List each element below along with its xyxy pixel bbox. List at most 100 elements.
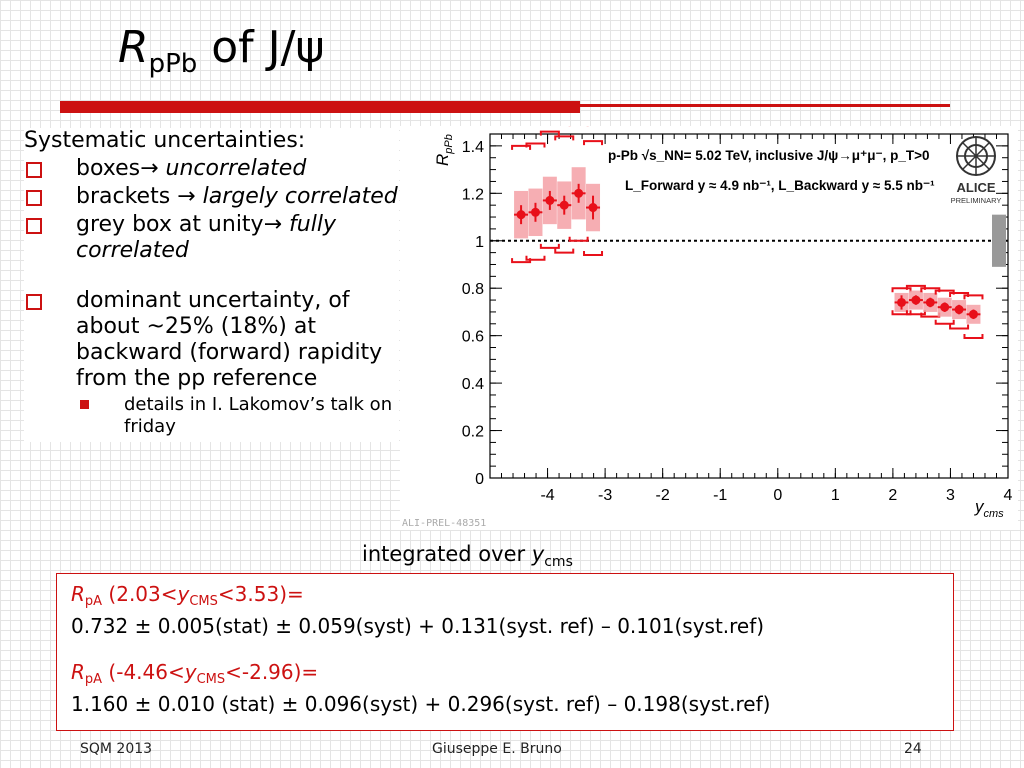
title-sub: pPb: [148, 49, 198, 79]
x-tick-label: -3: [598, 487, 612, 504]
footer-page-number: 24: [904, 741, 922, 757]
correlated-bracket-top: [963, 294, 984, 300]
checkbox-bullet-icon: [26, 294, 42, 310]
x-axis-title: ycms: [974, 497, 1004, 520]
list-item-boxes: boxes→ uncorrelated: [24, 156, 399, 182]
result-backward-label: RpA (-4.46<yCMS<-2.96)=: [71, 660, 953, 692]
r-symbol: R: [71, 660, 85, 684]
correlated-bracket-bottom: [949, 324, 970, 330]
y-symbol: y: [184, 660, 197, 684]
correlated-bracket-top: [583, 140, 604, 146]
legend-luminosity-label: L_Forward y ≈ 4.9 nb⁻¹, L_Backward y ≈ 5…: [625, 178, 935, 193]
arrow-icon: →: [140, 156, 159, 181]
systematics-list: Systematic uncertainties: boxes→ uncorre…: [24, 128, 399, 442]
sub-item-details: details in I. Lakomov’s talk on friday: [24, 394, 399, 438]
alice-logo: [956, 136, 996, 176]
x-axis-title-sub: cms: [984, 508, 1005, 520]
correlated-bracket-bottom: [568, 236, 589, 242]
y-tick-label: 1: [475, 234, 484, 251]
slide-title: RpPb of J/ψ: [118, 18, 324, 94]
x-tick-label: 0: [773, 487, 782, 504]
caption-y: y: [531, 542, 545, 566]
range-a: (-4.46<: [102, 660, 185, 684]
legend-energy-label: p-Pb √s_NN= 5.02 TeV, inclusive J/ψ→μ⁺μ⁻…: [608, 148, 929, 163]
data-point: [588, 203, 598, 213]
arrow-icon: →: [177, 184, 196, 209]
y-symbol: y: [177, 582, 190, 606]
data-point: [530, 207, 540, 217]
checkbox-bullet-icon: [26, 162, 42, 178]
y-tick-label: 0: [475, 471, 484, 488]
list-item-brackets: brackets → largely correlated: [24, 184, 399, 210]
data-point: [574, 188, 584, 198]
checkbox-bullet-icon: [26, 218, 42, 234]
y-axis-title: RpPb: [433, 134, 455, 166]
correlated-bracket-bottom: [934, 319, 955, 325]
item-text: dominant uncertainty, of about ~25% (18%…: [76, 288, 383, 391]
checkbox-bullet-icon: [26, 190, 42, 206]
item-text: grey box at unity: [76, 212, 264, 237]
item-text: boxes: [76, 156, 141, 181]
y-tick-label: 1.4: [462, 139, 484, 156]
data-point: [954, 305, 964, 315]
data-point: [940, 302, 950, 312]
sub-item-text: details in I. Lakomov’s talk on friday: [124, 394, 393, 437]
data-point: [925, 297, 935, 307]
item-text: brackets: [76, 184, 178, 209]
y-tick-label: 0.2: [462, 424, 484, 441]
y-axis-title-sub: pPb: [443, 134, 455, 155]
result-forward-label: RpA (2.03<yCMS<3.53)=: [71, 582, 953, 614]
chart-svg: -4 -3 -2 -1 0 1 2 3 4 0 0.2 0.4 0.6 0.8 1 1.2 1.4 RpPb ycm…: [402, 126, 1013, 529]
data-point: [911, 295, 921, 305]
x-tick-label: -4: [540, 487, 554, 504]
x-tick-label: 2: [888, 487, 897, 504]
data-point: [897, 297, 907, 307]
correlated-bracket-bottom: [583, 250, 604, 256]
x-tick-label: 3: [946, 487, 955, 504]
title-r: R: [118, 22, 149, 73]
rppb-plot: -4 -3 -2 -1 0 1 2 3 4 0 0.2 0.4 0.6 0.8 1 1.2 1.4 RpPb ycm…: [400, 126, 1018, 530]
correlated-bracket-bottom: [539, 243, 560, 249]
y-tick-label: 1.2: [462, 186, 484, 203]
title-underline-thin: [580, 104, 950, 107]
x-tick-label: 4: [1004, 487, 1013, 504]
list-item-grey-box: grey box at unity→ fully correlated: [24, 212, 399, 264]
item-italic: largely correlated: [195, 184, 398, 209]
footer-author: Giuseppe E. Bruno: [432, 741, 562, 757]
y-tick-label: 0.8: [462, 281, 484, 298]
correlated-bracket-bottom: [554, 248, 575, 254]
range-a: (2.03<: [102, 582, 178, 606]
x-tick-label: -1: [713, 487, 727, 504]
data-point: [968, 309, 978, 319]
alice-logo-text: ALICE: [957, 180, 996, 195]
y-tick-label: 0.6: [462, 329, 484, 346]
data-point: [516, 210, 526, 220]
caption-text: integrated over: [362, 542, 532, 566]
data-point: [559, 200, 569, 210]
correlated-bracket-bottom: [963, 334, 984, 340]
item-italic: uncorrelated: [158, 156, 307, 181]
y-sub: CMS: [196, 672, 226, 687]
x-tick-label: 1: [831, 487, 840, 504]
correlated-bracket-bottom: [525, 255, 546, 261]
r-symbol: R: [71, 582, 85, 606]
range-b: <-2.96)=: [225, 660, 319, 684]
r-sub: pA: [84, 672, 103, 687]
x-tick-label: -2: [656, 487, 670, 504]
alice-logo-subtext: PRELIMINARY: [951, 196, 1002, 205]
result-backward-value: 1.160 ± 0.010 (stat) ± 0.096(syst) + 0.2…: [71, 692, 771, 716]
prelim-figure-label: ALI-PREL-48351: [402, 518, 486, 529]
r-sub: pA: [84, 594, 103, 609]
data-point: [545, 195, 555, 205]
global-uncertainty-box: [992, 214, 1006, 267]
footer-event: SQM 2013: [80, 741, 153, 757]
square-bullet-icon: [80, 400, 89, 409]
list-header: Systematic uncertainties:: [24, 128, 306, 153]
result-forward-value: 0.732 ± 0.005(stat) ± 0.059(syst) + 0.13…: [71, 614, 765, 638]
range-b: <3.53)=: [217, 582, 304, 606]
arrow-icon: →: [263, 212, 283, 237]
results-box: RpA (2.03<yCMS<3.53)= 0.732 ± 0.005(stat…: [56, 573, 954, 731]
y-tick-label: 0.4: [462, 376, 484, 393]
list-item-dominant: dominant uncertainty, of about ~25% (18%…: [24, 288, 399, 392]
title-rest: of J/ψ: [197, 22, 325, 73]
